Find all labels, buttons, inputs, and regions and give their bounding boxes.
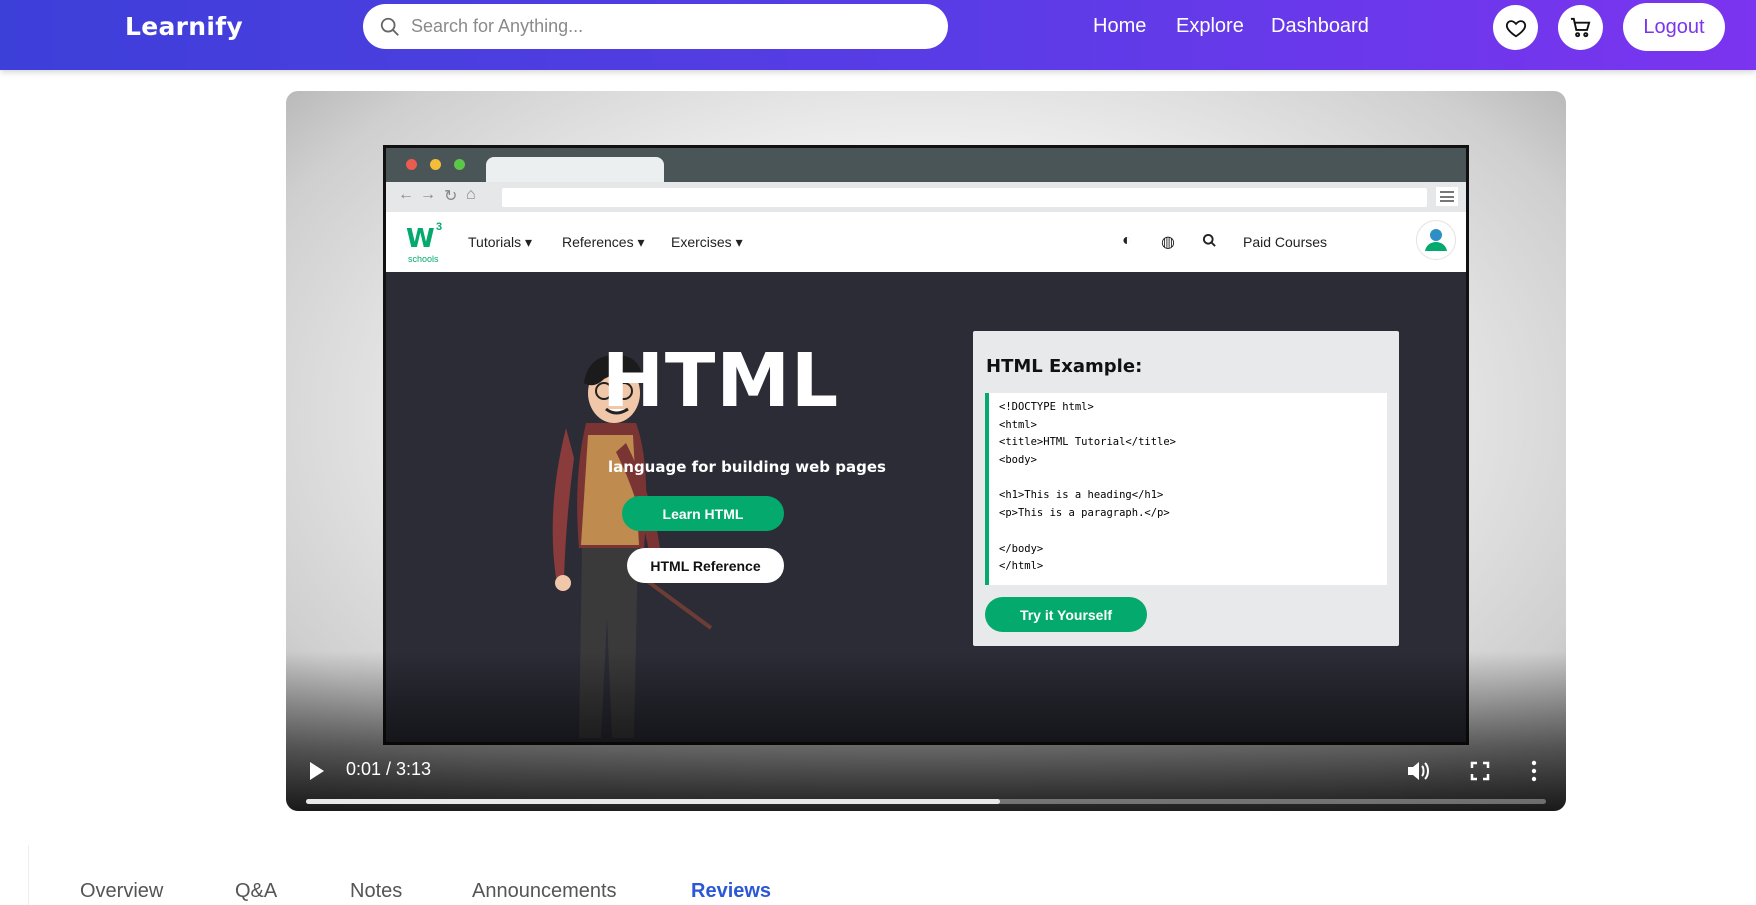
frame-example-title: HTML Example: [986, 356, 1143, 377]
video-player[interactable]: ← → ↻ ⌂ W 3 schools Tutorials ▾ Referenc… [286, 91, 1566, 811]
close-dot-icon [406, 159, 417, 170]
forward-arrow-icon: → [420, 186, 436, 203]
tab-qa[interactable]: Q&A [235, 880, 277, 903]
frame-browser-tab [486, 157, 664, 183]
brand-logo[interactable]: Learnify [125, 12, 243, 41]
frame-address-bar: ← → ↻ ⌂ [386, 182, 1466, 212]
frame-nav-tutorials: Tutorials ▾ [468, 234, 533, 250]
search-input[interactable] [411, 12, 921, 41]
volume-icon[interactable] [1406, 760, 1430, 782]
search-bar [363, 4, 948, 49]
cart-icon [1570, 17, 1591, 38]
frame-learn-html-button: Learn HTML [622, 496, 784, 531]
frame-url-field [502, 188, 1427, 207]
frame-hero-subtitle: language for building web pages [608, 458, 886, 476]
frame-try-it-yourself-button: Try it Yourself [985, 597, 1147, 632]
frame-site-navbar: W 3 schools Tutorials ▾ References ▾ Exe… [386, 212, 1466, 272]
contrast-icon: ◐ [1122, 232, 1132, 249]
tab-reviews[interactable]: Reviews [691, 880, 771, 903]
w3-superscript: 3 [436, 221, 443, 233]
frame-tab-bar [386, 148, 1466, 183]
heart-icon [1505, 19, 1526, 37]
nav-explore[interactable]: Explore [1176, 15, 1244, 38]
video-controls: 0:01 / 3:13 [286, 731, 1566, 811]
frame-nav-paid-courses: Paid Courses [1243, 234, 1328, 250]
tab-notes[interactable]: Notes [350, 880, 402, 903]
more-options-icon[interactable] [1530, 760, 1538, 782]
nav-home[interactable]: Home [1093, 15, 1146, 38]
home-icon: ⌂ [466, 186, 476, 203]
user-avatar-icon [1416, 220, 1456, 260]
hamburger-menu-icon [1436, 187, 1458, 206]
frame-code-block: <!DOCTYPE html> <html> <title>HTML Tutor… [985, 393, 1387, 585]
w3schools-logo: W 3 schools [406, 221, 442, 264]
video-progress-bar[interactable] [306, 799, 1546, 804]
reload-icon: ↻ [444, 188, 458, 205]
w3-mark: W [406, 224, 435, 254]
search-icon [380, 17, 399, 36]
frame-html-example-box: HTML Example: <!DOCTYPE html> <html> <ti… [973, 331, 1399, 646]
frame-nav-references: References ▾ [562, 234, 645, 250]
tab-announcements[interactable]: Announcements [472, 880, 617, 903]
minimize-dot-icon [430, 159, 441, 170]
nav-dashboard[interactable]: Dashboard [1271, 15, 1369, 38]
video-time: 0:01 / 3:13 [346, 759, 432, 779]
video-buffered-fill [306, 799, 1001, 804]
tab-overview[interactable]: Overview [80, 880, 163, 903]
code-line: <html> [999, 418, 1037, 431]
back-arrow-icon: ← [398, 186, 414, 203]
w3-logo-text: schools [408, 254, 439, 264]
frame-hero-title: HTML [602, 338, 840, 424]
code-line: <h1>This is a heading</h1> [999, 489, 1164, 502]
code-line: <!DOCTYPE html> [999, 401, 1094, 413]
maximize-dot-icon [454, 159, 465, 170]
logout-button[interactable]: Logout [1623, 3, 1725, 51]
code-line: <title>HTML Tutorial</title> [999, 436, 1177, 449]
top-navbar: Learnify Home Explore Dashboard Logout [0, 0, 1756, 70]
play-icon[interactable] [308, 761, 326, 781]
code-line: </html> [999, 560, 1044, 573]
cart-button[interactable] [1558, 5, 1603, 50]
frame-nav-exercises: Exercises ▾ [671, 234, 743, 250]
code-line: </body> [999, 542, 1044, 555]
course-tabs: Overview Q&A Notes Announcements Reviews [28, 845, 1756, 905]
code-line: <body> [999, 454, 1037, 467]
globe-icon: ◍ [1161, 234, 1175, 251]
frame-search-icon [1202, 233, 1216, 247]
code-line: <p>This is a paragraph.</p> [999, 507, 1170, 520]
frame-html-reference-button: HTML Reference [627, 548, 784, 583]
fullscreen-icon[interactable] [1470, 761, 1490, 781]
wishlist-button[interactable] [1493, 5, 1538, 50]
